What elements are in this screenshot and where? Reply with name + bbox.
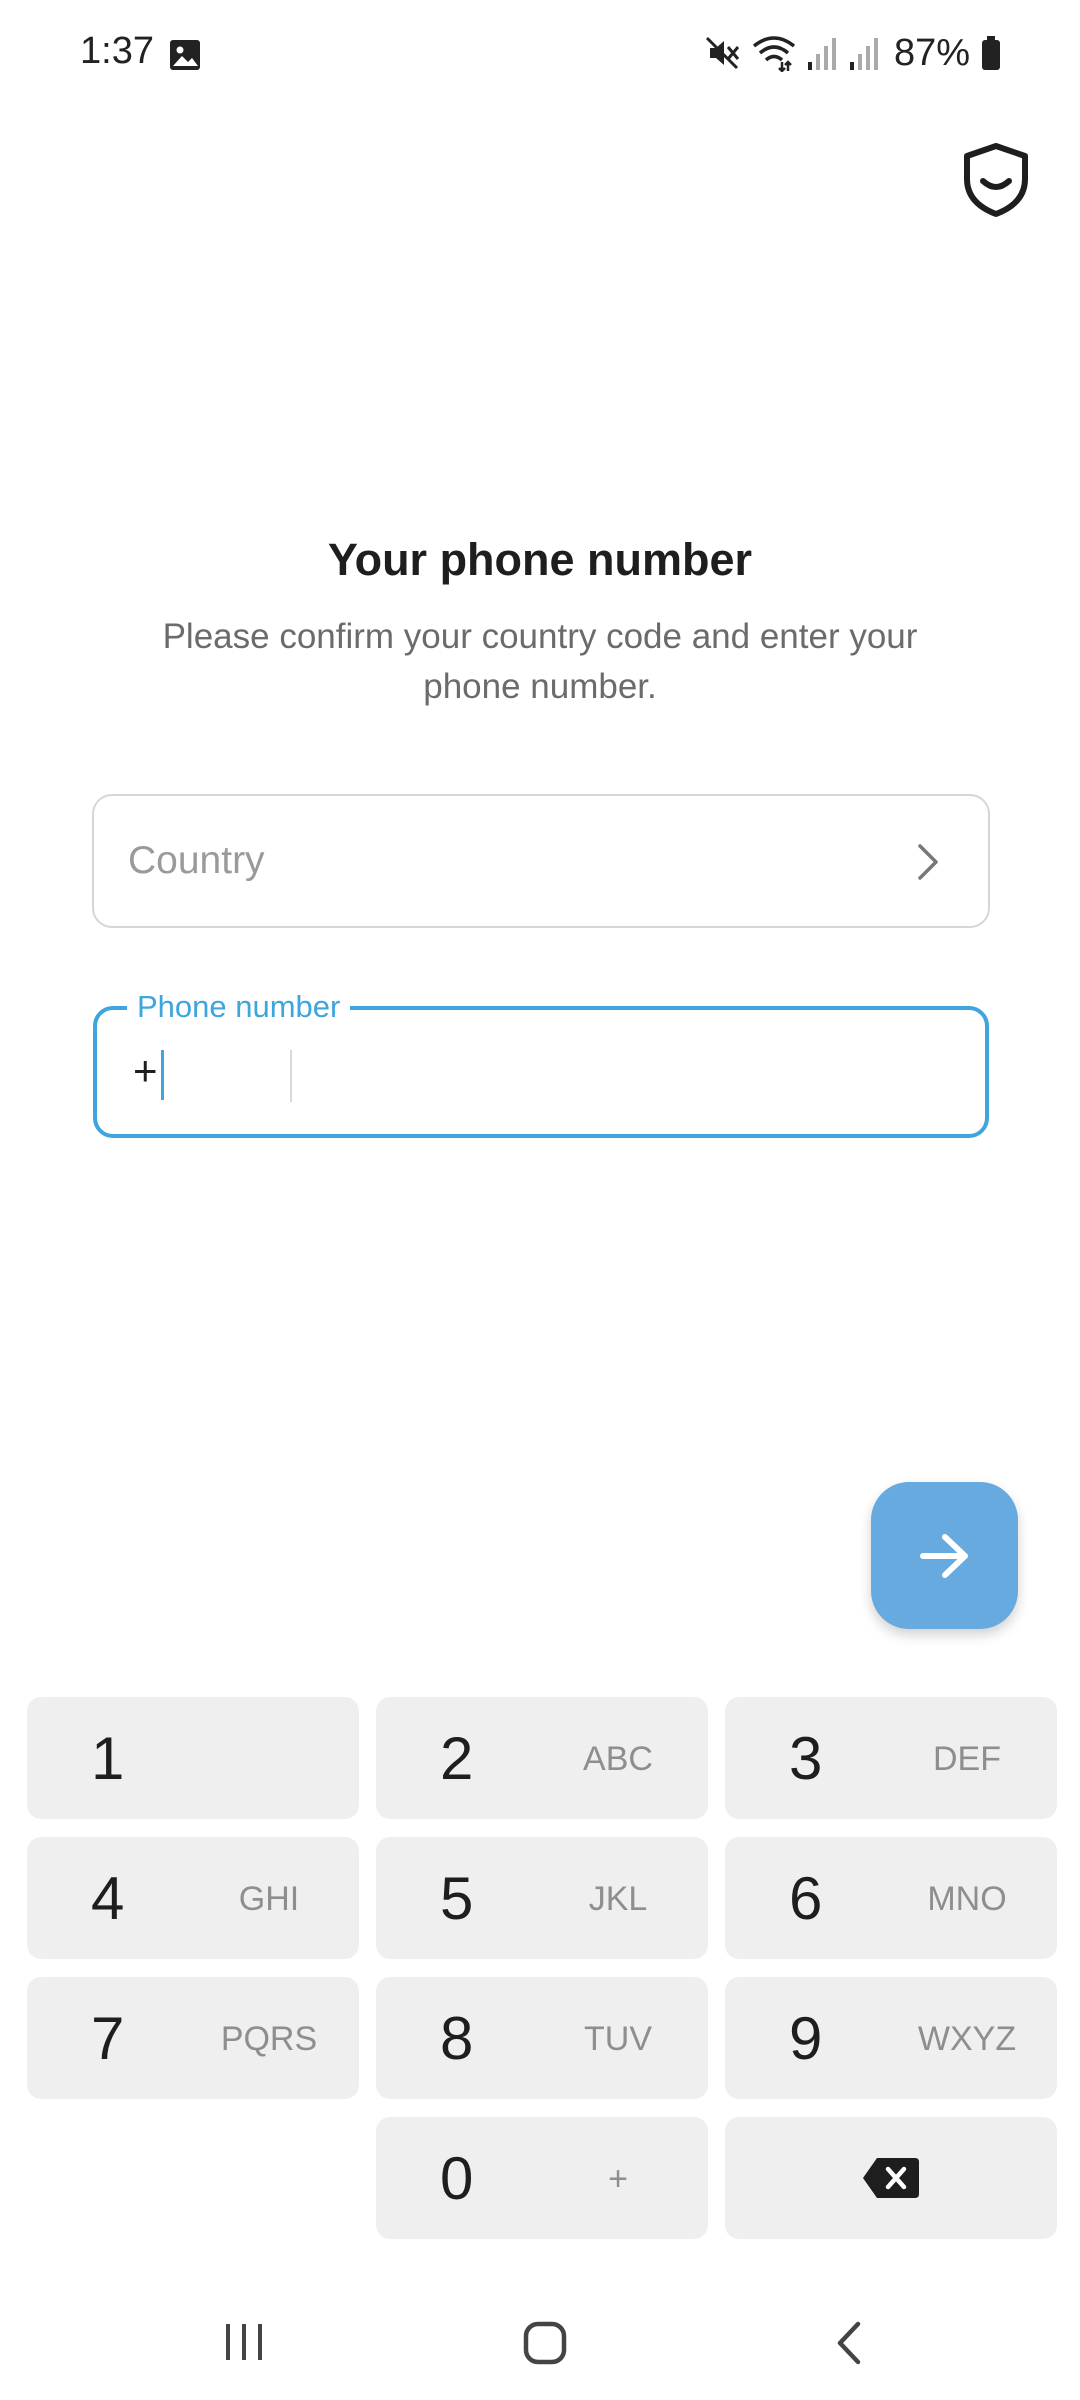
key-digit: 2: [440, 1725, 474, 1792]
key-digit: 8: [440, 2005, 474, 2072]
key-digit: 6: [789, 1865, 823, 1932]
key-letters: GHI: [238, 1880, 300, 1918]
key-letters: DEF: [933, 1740, 1001, 1778]
status-time: 1:37: [80, 30, 154, 72]
signal-icon: [849, 38, 878, 70]
key-9[interactable]: 9 WXYZ: [725, 1977, 1057, 2099]
key-digit: 0: [440, 2145, 474, 2212]
key-letters: MNO: [927, 1880, 1007, 1918]
backspace-key[interactable]: [725, 2117, 1057, 2239]
key-7[interactable]: 7 PQRS: [27, 1977, 359, 2099]
key-digit: 9: [789, 2005, 823, 2072]
shield-button[interactable]: [958, 138, 1034, 222]
mute-icon: [705, 36, 740, 70]
shield-icon: [964, 143, 1028, 217]
arrow-right-icon: [919, 1533, 968, 1578]
key-letters: ABC: [583, 1740, 653, 1778]
wifi-icon: [752, 36, 796, 72]
chevron-right-icon: [918, 844, 938, 880]
key-digit: 3: [789, 1725, 823, 1792]
key-digit: 7: [91, 2005, 125, 2072]
key-letters: WXYZ: [917, 2020, 1017, 2058]
back-icon[interactable]: [830, 2320, 870, 2366]
key-letters: +: [608, 2160, 628, 2198]
key-1[interactable]: 1: [27, 1697, 359, 1819]
country-selector[interactable]: Country: [92, 794, 990, 928]
country-code-input[interactable]: [133, 1046, 283, 1096]
key-digit: 4: [91, 1865, 125, 1932]
next-button[interactable]: [871, 1482, 1018, 1629]
key-8[interactable]: 8 TUV: [376, 1977, 708, 2099]
key-3[interactable]: 3 DEF: [725, 1697, 1057, 1819]
key-digit: 5: [440, 1865, 474, 1932]
key-letters: JKL: [588, 1880, 648, 1918]
system-nav-bar: [0, 2290, 1080, 2400]
status-icons: 87%: [704, 28, 1002, 78]
battery-icon: [982, 36, 1000, 70]
home-icon[interactable]: [522, 2320, 568, 2366]
country-placeholder: Country: [128, 839, 265, 882]
page-title: Your phone number: [327, 534, 753, 585]
key-digit: 1: [91, 1725, 125, 1792]
signal-icon: [807, 38, 836, 70]
key-0[interactable]: 0 +: [376, 2117, 708, 2239]
gallery-icon: [170, 40, 200, 70]
key-2[interactable]: 2 ABC: [376, 1697, 708, 1819]
key-6[interactable]: 6 MNO: [725, 1837, 1057, 1959]
phone-number-input[interactable]: [297, 1030, 977, 1118]
key-5[interactable]: 5 JKL: [376, 1837, 708, 1959]
backspace-icon: [863, 2158, 919, 2198]
phone-number-field[interactable]: Phone number +: [93, 988, 989, 1138]
page-subtitle: Please confirm your country code and ent…: [162, 617, 918, 706]
text-cursor: [161, 1050, 164, 1100]
phone-field-divider: [290, 1050, 292, 1102]
status-bar: 1:37 87%: [0, 0, 1080, 110]
phone-number-label: Phone number: [127, 988, 351, 1026]
key-4[interactable]: 4 GHI: [27, 1837, 359, 1959]
recents-icon[interactable]: [222, 2320, 266, 2364]
key-letters: TUV: [584, 2020, 652, 2058]
key-letters: PQRS: [220, 2020, 318, 2058]
battery-percent: 87%: [893, 31, 970, 74]
